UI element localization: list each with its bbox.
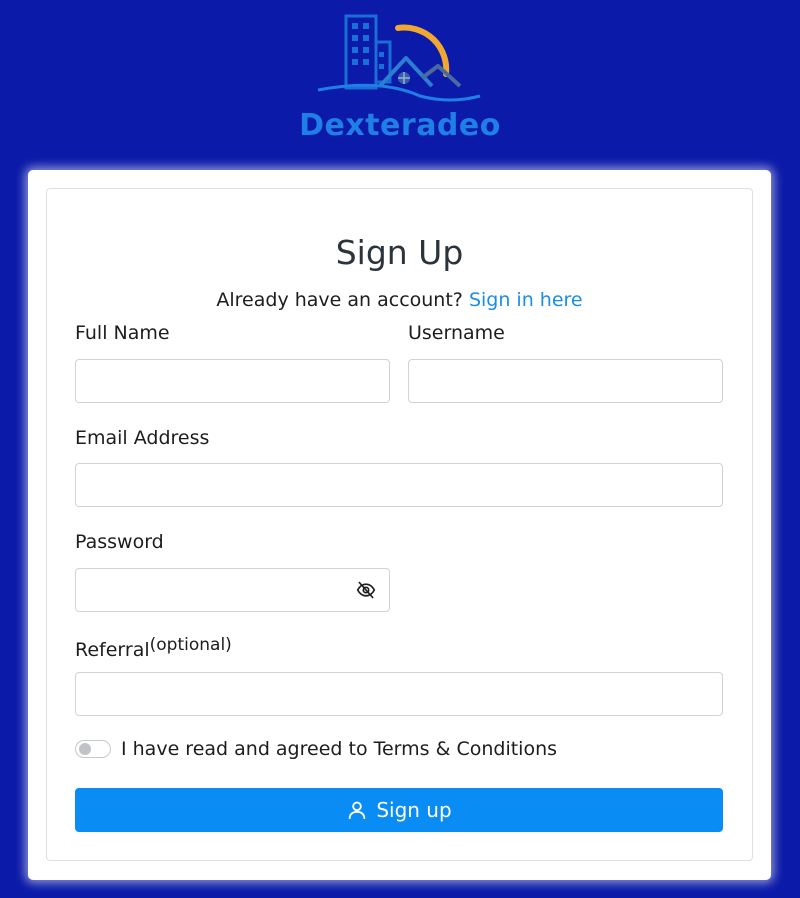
terms-toggle[interactable] [75,740,111,758]
brand-name: Dexteradeo [299,108,501,143]
password-input-group [75,568,390,612]
building-house-sun-logo [317,14,481,102]
username-label: Username [408,322,505,344]
toggle-knob [79,743,91,755]
full-name-field[interactable] [75,359,390,403]
sign-up-button-label: Sign up [376,798,452,822]
brand-logo: Dexteradeo [0,0,800,170]
password-field[interactable] [75,568,390,612]
referral-label-text: Referral [75,639,150,661]
page-title: Sign Up [335,233,464,272]
password-label: Password [75,531,164,553]
username-field[interactable] [408,359,723,403]
referral-field[interactable] [75,672,723,716]
signup-card: Sign Up Already have an account? Sign in… [28,170,771,880]
eye-off-icon[interactable] [356,580,376,600]
email-label: Email Address [75,427,210,449]
referral-label: Referral(optional) [75,635,232,661]
signup-form: Sign Up Already have an account? Sign in… [46,188,753,861]
sign-up-button[interactable]: Sign up [75,788,723,832]
email-field[interactable] [75,463,723,507]
signin-prompt: Already have an account? [216,289,463,311]
referral-optional-note: (optional) [149,635,232,655]
signin-prompt-line: Already have an account? Sign in here [47,289,752,311]
user-icon [349,801,366,820]
signin-link[interactable]: Sign in here [469,289,583,311]
full-name-label: Full Name [75,322,170,344]
terms-label: I have read and agreed to Terms & Condit… [121,738,558,760]
signup-page: Dexteradeo Sign Up Already have an accou… [0,0,800,898]
